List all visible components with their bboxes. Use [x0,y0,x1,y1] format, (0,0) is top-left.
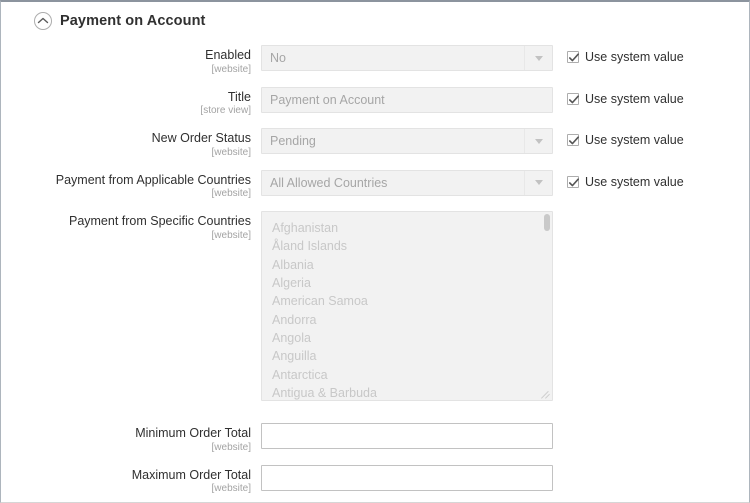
checkbox-use-system-value-title[interactable] [567,93,579,105]
vertical-scrollbar[interactable] [544,214,550,400]
resize-handle-icon[interactable] [541,389,550,398]
multiselect-option[interactable]: Afghanistan [262,219,552,237]
label-minimum-order-total-text: Minimum Order Total [1,426,251,441]
control-maximum-order-total [261,465,749,491]
label-payment-from-applicable-countries-scope: [website] [1,188,251,200]
field-row-maximum-order-total: Maximum Order Total [website] [1,465,749,496]
new-order-status-select-value: Pending [262,134,316,148]
field-row-payment-from-specific-countries: Payment from Specific Countries [website… [1,211,749,401]
multiselect-option[interactable]: Algeria [262,274,552,292]
multiselect-option[interactable]: Angola [262,329,552,347]
label-minimum-order-total: Minimum Order Total [website] [1,423,261,454]
settings-form: Enabled [website] No Use system value [1,32,749,503]
checkbox-use-system-value-new-order-status[interactable] [567,134,579,146]
label-enabled: Enabled [website] [1,45,261,76]
minimum-order-total-input[interactable] [261,423,553,449]
multiselect-option[interactable]: American Samoa [262,292,552,310]
control-new-order-status: Pending Use system value [261,128,749,154]
label-new-order-status-text: New Order Status [1,131,251,146]
use-system-value-payment-from-applicable-countries[interactable]: Use system value [567,170,684,189]
chevron-down-icon [524,171,552,195]
multiselect-option[interactable]: Antarctica [262,366,552,384]
label-maximum-order-total-scope: [website] [1,483,251,495]
chevron-down-icon [524,129,552,153]
multiselect-option[interactable]: Albania [262,256,552,274]
new-order-status-select[interactable]: Pending [261,128,553,154]
label-maximum-order-total-text: Maximum Order Total [1,468,251,483]
label-maximum-order-total: Maximum Order Total [website] [1,465,261,496]
spacer [1,412,749,423]
control-title: Payment on Account Use system value [261,87,749,113]
label-enabled-scope: [website] [1,64,251,76]
label-payment-from-specific-countries: Payment from Specific Countries [website… [1,211,261,242]
control-payment-from-specific-countries: AfghanistanÅland IslandsAlbaniaAlgeriaAm… [261,211,749,401]
section-header[interactable]: Payment on Account [1,2,749,32]
label-new-order-status-scope: [website] [1,147,251,159]
use-system-value-label: Use system value [585,175,684,189]
multiselect-option[interactable]: Andorra [262,311,552,329]
label-title: Title [store view] [1,87,261,118]
field-row-minimum-order-total: Minimum Order Total [website] [1,423,749,454]
enabled-select[interactable]: No [261,45,553,71]
use-system-value-new-order-status[interactable]: Use system value [567,128,684,147]
maximum-order-total-input[interactable] [261,465,553,491]
control-minimum-order-total [261,423,749,449]
label-title-scope: [store view] [1,105,251,117]
chevron-down-icon [524,46,552,70]
payment-from-applicable-countries-select[interactable]: All Allowed Countries [261,170,553,196]
field-row-payment-from-applicable-countries: Payment from Applicable Countries [websi… [1,170,749,201]
enabled-select-value: No [262,51,286,65]
label-enabled-text: Enabled [1,48,251,63]
field-row-title: Title [store view] Payment on Account Us… [1,87,749,118]
scrollbar-thumb[interactable] [544,214,550,231]
label-title-text: Title [1,90,251,105]
use-system-value-title[interactable]: Use system value [567,87,684,106]
field-row-new-order-status: New Order Status [website] Pending Use s… [1,128,749,159]
label-new-order-status: New Order Status [website] [1,128,261,159]
multiselect-option[interactable]: Antigua & Barbuda [262,384,552,401]
label-payment-from-specific-countries-text: Payment from Specific Countries [1,214,251,229]
chevron-up-circle-icon[interactable] [34,12,52,30]
checkbox-use-system-value-enabled[interactable] [567,51,579,63]
multiselect-option-list[interactable]: AfghanistanÅland IslandsAlbaniaAlgeriaAm… [262,219,552,401]
payment-from-applicable-countries-select-value: All Allowed Countries [262,176,387,190]
label-minimum-order-total-scope: [website] [1,442,251,454]
title-input-value: Payment on Account [262,93,385,107]
use-system-value-label: Use system value [585,92,684,106]
multiselect-option[interactable]: Åland Islands [262,237,552,255]
title-input[interactable]: Payment on Account [261,87,553,113]
label-payment-from-specific-countries-scope: [website] [1,230,251,242]
label-payment-from-applicable-countries: Payment from Applicable Countries [websi… [1,170,261,201]
control-enabled: No Use system value [261,45,749,71]
use-system-value-label: Use system value [585,133,684,147]
checkbox-use-system-value-payment-from-applicable-countries[interactable] [567,176,579,188]
field-row-enabled: Enabled [website] No Use system value [1,45,749,76]
payment-from-specific-countries-multiselect[interactable]: AfghanistanÅland IslandsAlbaniaAlgeriaAm… [261,211,553,401]
use-system-value-enabled[interactable]: Use system value [567,45,684,64]
use-system-value-label: Use system value [585,50,684,64]
label-payment-from-applicable-countries-text: Payment from Applicable Countries [1,173,251,188]
section-title: Payment on Account [60,13,205,29]
control-payment-from-applicable-countries: All Allowed Countries Use system value [261,170,749,196]
multiselect-option[interactable]: Anguilla [262,347,552,365]
payment-on-account-panel: Payment on Account Enabled [website] No [0,0,750,503]
